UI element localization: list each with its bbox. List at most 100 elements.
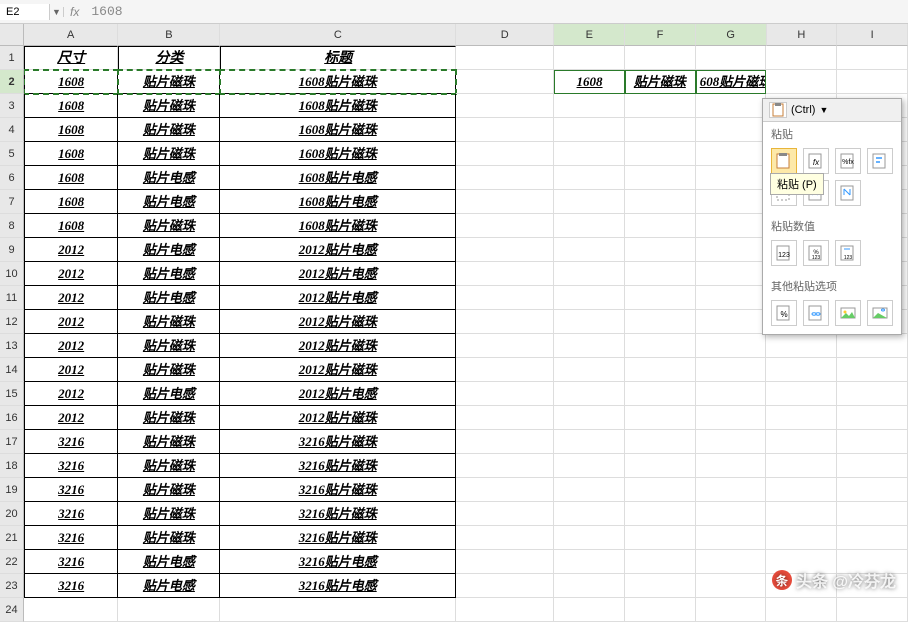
- cell[interactable]: [696, 334, 767, 358]
- cell[interactable]: 贴片磁珠: [118, 70, 220, 94]
- row-header[interactable]: 22: [0, 550, 24, 574]
- cell[interactable]: [837, 430, 908, 454]
- column-header-F[interactable]: F: [625, 24, 696, 46]
- cell[interactable]: [456, 454, 554, 478]
- cell[interactable]: [766, 598, 837, 622]
- paste-values-source-button[interactable]: 123: [835, 240, 861, 266]
- cell[interactable]: 2012贴片磁珠: [220, 358, 455, 382]
- cell[interactable]: [554, 334, 625, 358]
- cell[interactable]: [554, 598, 625, 622]
- cell[interactable]: [554, 454, 625, 478]
- cell[interactable]: [696, 310, 767, 334]
- cell[interactable]: [625, 238, 696, 262]
- cell[interactable]: [837, 70, 908, 94]
- cell[interactable]: 1608贴片电感: [220, 190, 455, 214]
- cell[interactable]: [837, 526, 908, 550]
- cell[interactable]: [456, 310, 554, 334]
- cell[interactable]: 1608: [554, 70, 625, 94]
- cell[interactable]: [696, 478, 767, 502]
- cell[interactable]: 3216贴片电感: [220, 574, 455, 598]
- name-box[interactable]: E2: [0, 4, 50, 20]
- cell[interactable]: 2012: [24, 358, 118, 382]
- cell[interactable]: [554, 526, 625, 550]
- cell[interactable]: [837, 382, 908, 406]
- column-header-C[interactable]: C: [220, 24, 456, 46]
- cell[interactable]: [456, 46, 554, 70]
- cell[interactable]: [554, 214, 625, 238]
- cell[interactable]: [554, 478, 625, 502]
- cell[interactable]: 贴片磁珠: [118, 430, 220, 454]
- row-header[interactable]: 14: [0, 358, 24, 382]
- cell[interactable]: 1608贴片磁珠: [220, 142, 455, 166]
- paste-values-formatting-button[interactable]: %123: [803, 240, 829, 266]
- column-header-A[interactable]: A: [24, 24, 118, 46]
- cell[interactable]: 贴片电感: [118, 286, 220, 310]
- row-header[interactable]: 16: [0, 406, 24, 430]
- cell[interactable]: [766, 478, 837, 502]
- cell[interactable]: 贴片电感: [118, 574, 220, 598]
- cell[interactable]: [554, 430, 625, 454]
- cell[interactable]: [625, 358, 696, 382]
- row-header[interactable]: 2: [0, 70, 24, 94]
- cell[interactable]: [554, 358, 625, 382]
- cell[interactable]: 贴片磁珠: [625, 70, 696, 94]
- cell[interactable]: [456, 574, 554, 598]
- cell[interactable]: [837, 358, 908, 382]
- cell[interactable]: [456, 142, 554, 166]
- cell[interactable]: 贴片电感: [118, 190, 220, 214]
- cell[interactable]: [625, 262, 696, 286]
- cell[interactable]: 2012: [24, 334, 118, 358]
- fx-icon[interactable]: fx: [70, 5, 79, 19]
- cell[interactable]: 1608贴片电感: [220, 166, 455, 190]
- cell[interactable]: [456, 94, 554, 118]
- cell[interactable]: [696, 142, 767, 166]
- cell[interactable]: [456, 334, 554, 358]
- cell[interactable]: [625, 526, 696, 550]
- cell[interactable]: [456, 166, 554, 190]
- cell[interactable]: [766, 358, 837, 382]
- cell[interactable]: 贴片电感: [118, 382, 220, 406]
- cell[interactable]: [625, 574, 696, 598]
- cell[interactable]: [696, 598, 767, 622]
- cell[interactable]: [625, 118, 696, 142]
- column-header-G[interactable]: G: [696, 24, 767, 46]
- cell[interactable]: 1608贴片磁珠: [220, 70, 455, 94]
- cell[interactable]: [766, 454, 837, 478]
- row-header[interactable]: 21: [0, 526, 24, 550]
- row-header[interactable]: 18: [0, 454, 24, 478]
- cell[interactable]: [766, 430, 837, 454]
- cell[interactable]: [554, 166, 625, 190]
- cell[interactable]: 贴片磁珠: [118, 406, 220, 430]
- cell[interactable]: 贴片磁珠: [118, 478, 220, 502]
- cell[interactable]: 2012贴片电感: [220, 262, 455, 286]
- cell[interactable]: [625, 190, 696, 214]
- cell[interactable]: [696, 214, 767, 238]
- row-header[interactable]: 8: [0, 214, 24, 238]
- cell[interactable]: [696, 358, 767, 382]
- cell[interactable]: [696, 550, 767, 574]
- row-header[interactable]: 12: [0, 310, 24, 334]
- cell[interactable]: [554, 310, 625, 334]
- cell[interactable]: [456, 358, 554, 382]
- cell[interactable]: 贴片磁珠: [118, 454, 220, 478]
- cell[interactable]: [554, 286, 625, 310]
- cell[interactable]: 2012: [24, 238, 118, 262]
- cell[interactable]: [696, 262, 767, 286]
- cell[interactable]: [696, 382, 767, 406]
- cell[interactable]: 2012: [24, 406, 118, 430]
- cell[interactable]: 1608: [24, 70, 118, 94]
- cell[interactable]: 1608: [24, 118, 118, 142]
- cell[interactable]: 1608贴片磁珠: [220, 214, 455, 238]
- cell[interactable]: 贴片磁珠: [118, 118, 220, 142]
- cell[interactable]: [554, 118, 625, 142]
- cell[interactable]: 3216贴片磁珠: [220, 526, 455, 550]
- cell[interactable]: [625, 406, 696, 430]
- row-header[interactable]: 24: [0, 598, 24, 622]
- cell[interactable]: 608贴片磁珠: [696, 70, 767, 94]
- cell[interactable]: 3216贴片磁珠: [220, 502, 455, 526]
- paste-picture-button[interactable]: [835, 300, 861, 326]
- cell[interactable]: [456, 382, 554, 406]
- cell[interactable]: 2012贴片磁珠: [220, 406, 455, 430]
- cell[interactable]: [766, 502, 837, 526]
- cell[interactable]: [696, 502, 767, 526]
